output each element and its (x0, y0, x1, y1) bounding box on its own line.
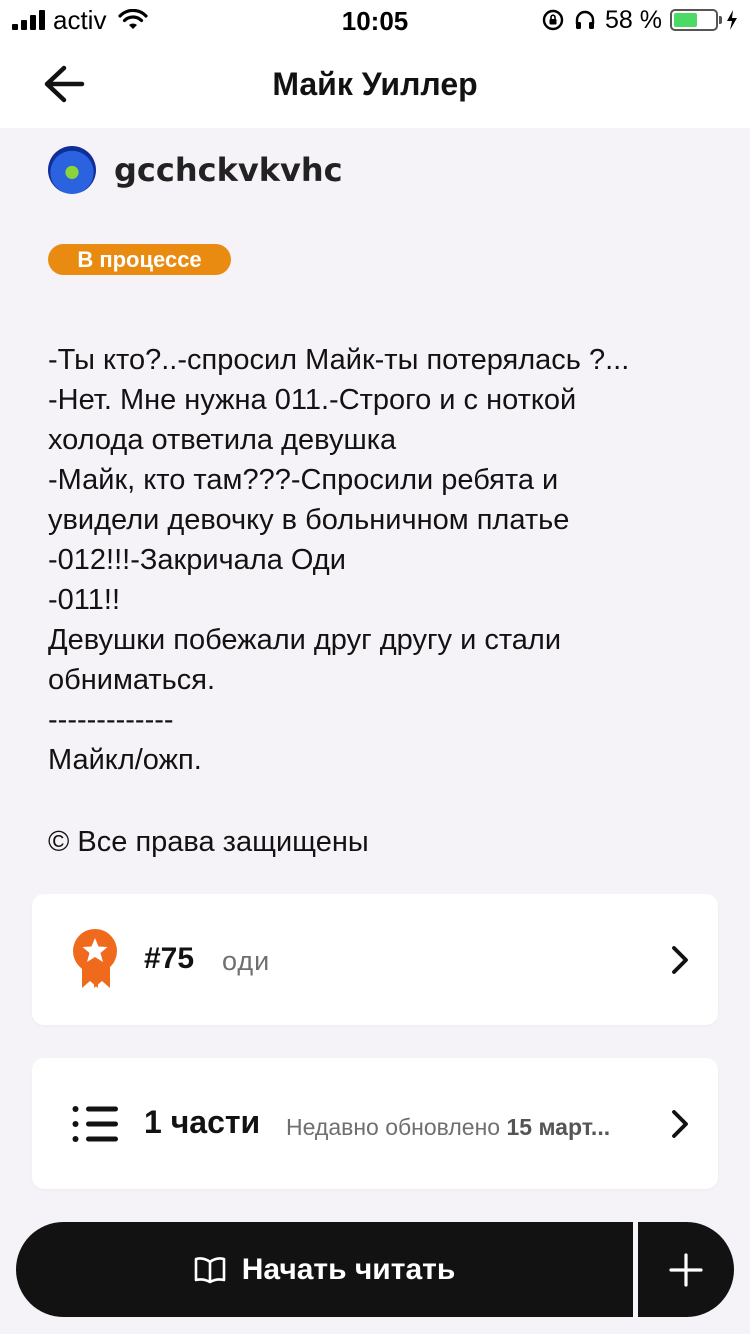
description-line: увидели девочку в больничном платье (48, 504, 570, 536)
add-to-library-button[interactable] (638, 1222, 734, 1317)
description-line: ------------- (48, 704, 174, 736)
page-title: Майк Уиллер (272, 66, 478, 102)
author-username: gcchckvkvhc (114, 151, 343, 189)
updated-prefix: Недавно обновлено (286, 1114, 501, 1140)
parts-card[interactable]: 1 части Недавно обновлено 15 март... (32, 1058, 718, 1189)
description-line: -012!!!-Закричала Оди (48, 544, 346, 576)
last-updated: Недавно обновлено 15 март... (286, 1114, 631, 1141)
start-reading-label: Начать читать (241, 1252, 456, 1286)
avatar (48, 146, 96, 194)
status-bar: activ 10:05 58 % (0, 0, 750, 40)
rank-tag: оди (222, 946, 271, 976)
status-badge: В процессе (48, 244, 231, 275)
book-open-icon (194, 1256, 226, 1283)
headphones-icon (575, 10, 595, 29)
description-line: -Ты кто?..-спросил Майк-ты потерялась ?.… (48, 344, 630, 376)
description-line: -011!! (48, 584, 121, 616)
parts-count: 1 части (144, 1104, 261, 1140)
description-line: обниматься. (48, 664, 216, 696)
chevron-right-icon (672, 1110, 688, 1138)
battery-percent: 58 % (605, 5, 662, 34)
copyright-notice: © Все права защищены (48, 826, 369, 858)
nav-bar: Майк Уиллер (0, 40, 750, 128)
list-icon (72, 1106, 118, 1142)
description-line: Девушки побежали друг другу и стали (48, 624, 562, 656)
rank-number: #75 (144, 942, 195, 975)
start-reading-button[interactable]: Начать читать (16, 1222, 633, 1317)
plus-icon (669, 1252, 703, 1287)
updated-date: 15 март... (506, 1114, 611, 1140)
author-link[interactable]: gcchckvkvhc (48, 146, 343, 194)
story-description: -Ты кто?..-спросил Майк-ты потерялась ?.… (48, 340, 708, 780)
charging-icon (727, 10, 737, 30)
ranking-card[interactable]: #75 оди (32, 894, 718, 1025)
description-line: Майкл/ожп. (48, 744, 202, 776)
description-line: холода ответила девушка (48, 424, 397, 456)
status-right: 58 % (541, 6, 738, 34)
battery-icon (670, 9, 722, 31)
chevron-right-icon (672, 946, 688, 974)
description-line: -Нет. Мне нужна 011.-Строго и с ноткой (48, 384, 577, 416)
award-ribbon-icon (73, 929, 117, 988)
rotation-lock-icon (542, 9, 564, 31)
description-line: -Майк, кто там???-Спросили ребята и (48, 464, 559, 496)
